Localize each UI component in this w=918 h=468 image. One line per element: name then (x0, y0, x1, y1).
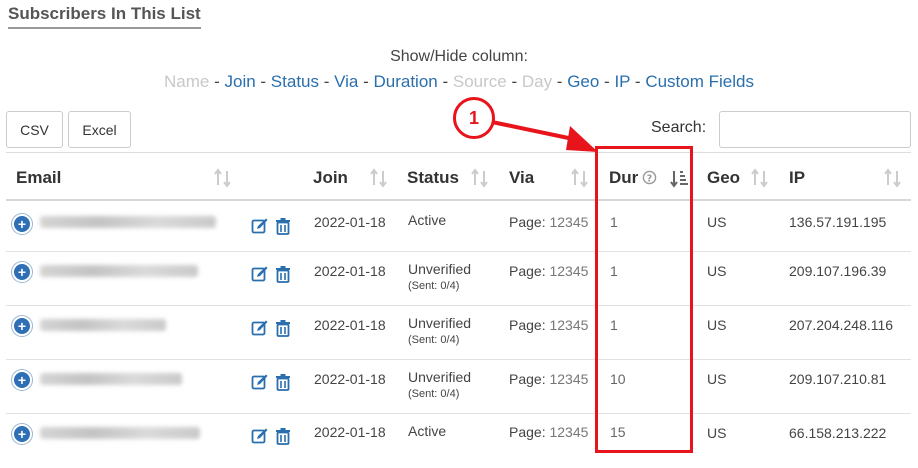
geo-cell: US (707, 214, 727, 230)
table-row: + 2022-01-18 Unverified (Sent: 0/4) Page… (6, 360, 911, 414)
via-cell: Page: 12345 (509, 263, 589, 279)
csv-export-button[interactable]: CSV (6, 111, 63, 148)
join-date: 2022-01-18 (314, 424, 386, 440)
header-status[interactable]: Status (407, 168, 459, 188)
toggle-custom-fields[interactable]: Custom Fields (645, 72, 754, 91)
trash-icon[interactable] (274, 217, 292, 235)
email-redacted (40, 216, 216, 228)
email-redacted (40, 427, 200, 439)
header-geo[interactable]: Geo (707, 168, 740, 188)
duration-column-highlight (595, 146, 693, 453)
via-cell: Page: 12345 (509, 317, 589, 333)
via-cell: Page: 12345 (509, 424, 589, 440)
ip-cell: 207.204.248.116 (789, 317, 894, 333)
header-join[interactable]: Join (313, 168, 348, 188)
sort-icon[interactable] (471, 168, 489, 188)
column-toggle-links: Name - Join - Status - Via - Duration - … (164, 72, 754, 91)
toggle-day[interactable]: Day (522, 72, 552, 91)
email-redacted (40, 319, 166, 331)
geo-cell: US (707, 425, 727, 441)
plus-circle-icon[interactable]: + (12, 316, 32, 336)
table-row: + 2022-01-18 Unverified (Sent: 0/4) Page… (6, 252, 911, 306)
excel-export-button[interactable]: Excel (68, 111, 131, 148)
status-sent-note: (Sent: 0/4) (408, 280, 460, 292)
ip-cell: 209.107.210.81 (789, 371, 887, 387)
status-text: Unverified (408, 369, 472, 385)
table-row: + 2022-01-18 Active Page: 12345 15 US 66… (6, 414, 911, 468)
ip-cell: 66.158.213.222 (789, 425, 887, 441)
toggle-duration[interactable]: Duration (373, 72, 437, 91)
search-label: Search: (651, 119, 707, 136)
geo-cell: US (707, 371, 727, 387)
ip-cell: 136.57.191.195 (789, 214, 887, 230)
sort-icon[interactable] (751, 168, 769, 188)
edit-icon[interactable] (251, 319, 269, 337)
geo-cell: US (707, 317, 727, 333)
edit-icon[interactable] (251, 217, 269, 235)
callout-number-badge: 1 (453, 97, 495, 139)
status-sent-note: (Sent: 0/4) (408, 388, 460, 400)
callout-arrow (491, 120, 598, 152)
toggle-join[interactable]: Join (225, 72, 256, 91)
edit-icon[interactable] (251, 427, 269, 445)
page-title: Subscribers In This List (8, 4, 201, 29)
status-text: Unverified (408, 261, 472, 277)
sort-icon[interactable] (370, 168, 388, 188)
toggle-geo[interactable]: Geo (567, 72, 599, 91)
geo-cell: US (707, 263, 727, 279)
trash-icon[interactable] (274, 265, 292, 283)
ip-cell: 209.107.196.39 (789, 263, 887, 279)
table-row: + 2022-01-18 Active Page: 12345 1 US 136… (6, 198, 911, 252)
via-cell: Page: 12345 (509, 214, 589, 230)
sort-icon[interactable] (884, 168, 902, 188)
header-email[interactable]: Email (16, 168, 61, 188)
toggle-ip[interactable]: IP (614, 72, 630, 91)
status-text: Active (408, 212, 447, 228)
edit-icon[interactable] (251, 265, 269, 283)
status-text: Active (408, 423, 447, 439)
plus-circle-icon[interactable]: + (12, 424, 32, 444)
toggle-source[interactable]: Source (453, 72, 507, 91)
trash-icon[interactable] (274, 427, 292, 445)
table-row: + 2022-01-18 Unverified (Sent: 0/4) Page… (6, 306, 911, 360)
table-header: Email Join Status Via Dur? Geo IP (6, 152, 911, 201)
toggle-status[interactable]: Status (271, 72, 319, 91)
column-toggle-label: Show/Hide column: (390, 48, 528, 65)
status-sent-note: (Sent: 0/4) (408, 334, 460, 346)
edit-icon[interactable] (251, 373, 269, 391)
header-ip[interactable]: IP (789, 168, 805, 188)
sort-icon[interactable] (571, 168, 589, 188)
trash-icon[interactable] (274, 319, 292, 337)
join-date: 2022-01-18 (314, 371, 386, 387)
plus-circle-icon[interactable]: + (12, 214, 32, 234)
via-cell: Page: 12345 (509, 371, 589, 387)
join-date: 2022-01-18 (314, 214, 386, 230)
plus-circle-icon[interactable]: + (12, 262, 32, 282)
trash-icon[interactable] (274, 373, 292, 391)
plus-circle-icon[interactable]: + (12, 370, 32, 390)
sort-icon[interactable] (214, 168, 232, 188)
header-via[interactable]: Via (509, 168, 534, 188)
status-text: Unverified (408, 315, 472, 331)
toggle-via[interactable]: Via (334, 72, 358, 91)
email-redacted (40, 265, 198, 277)
search-input[interactable] (719, 111, 911, 148)
join-date: 2022-01-18 (314, 317, 386, 333)
toggle-name[interactable]: Name (164, 72, 209, 91)
join-date: 2022-01-18 (314, 263, 386, 279)
email-redacted (40, 373, 182, 385)
